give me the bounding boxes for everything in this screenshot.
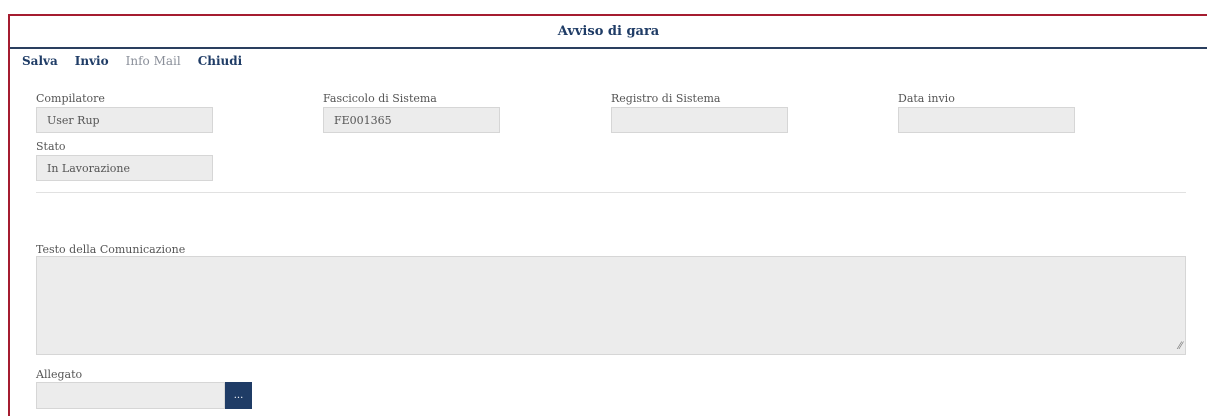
data-invio-label: Data invio — [898, 92, 955, 105]
registro-label: Registro di Sistema — [611, 92, 721, 105]
main-panel: Avviso di gara Salva Invio Info Mail Chi… — [8, 14, 1207, 416]
info-mail-button[interactable]: Info Mail — [126, 54, 181, 68]
allegato-label: Allegato — [36, 368, 83, 381]
fascicolo-label: Fascicolo di Sistema — [323, 92, 437, 105]
compilatore-label: Compilatore — [36, 92, 105, 105]
resize-handle-icon[interactable]: ⁄⁄ — [1179, 341, 1182, 352]
section-divider — [36, 192, 1186, 193]
chiudi-button[interactable]: Chiudi — [198, 54, 243, 68]
salva-button[interactable]: Salva — [22, 54, 58, 68]
fascicolo-field[interactable]: FE001365 — [323, 107, 500, 133]
toolbar: Salva Invio Info Mail Chiudi — [22, 54, 259, 68]
stato-field[interactable]: In Lavorazione — [36, 155, 213, 181]
testo-label: Testo della Comunicazione — [36, 243, 186, 256]
data-invio-field[interactable] — [898, 107, 1075, 133]
invio-button[interactable]: Invio — [75, 54, 109, 68]
page-title: Avviso di gara — [10, 16, 1207, 49]
allegato-browse-button[interactable]: ... — [225, 382, 252, 409]
registro-field[interactable] — [611, 107, 788, 133]
allegato-field[interactable] — [36, 382, 225, 409]
testo-textarea[interactable]: ⁄⁄ — [36, 256, 1186, 355]
stato-label: Stato — [36, 140, 66, 153]
compilatore-field[interactable]: User Rup — [36, 107, 213, 133]
